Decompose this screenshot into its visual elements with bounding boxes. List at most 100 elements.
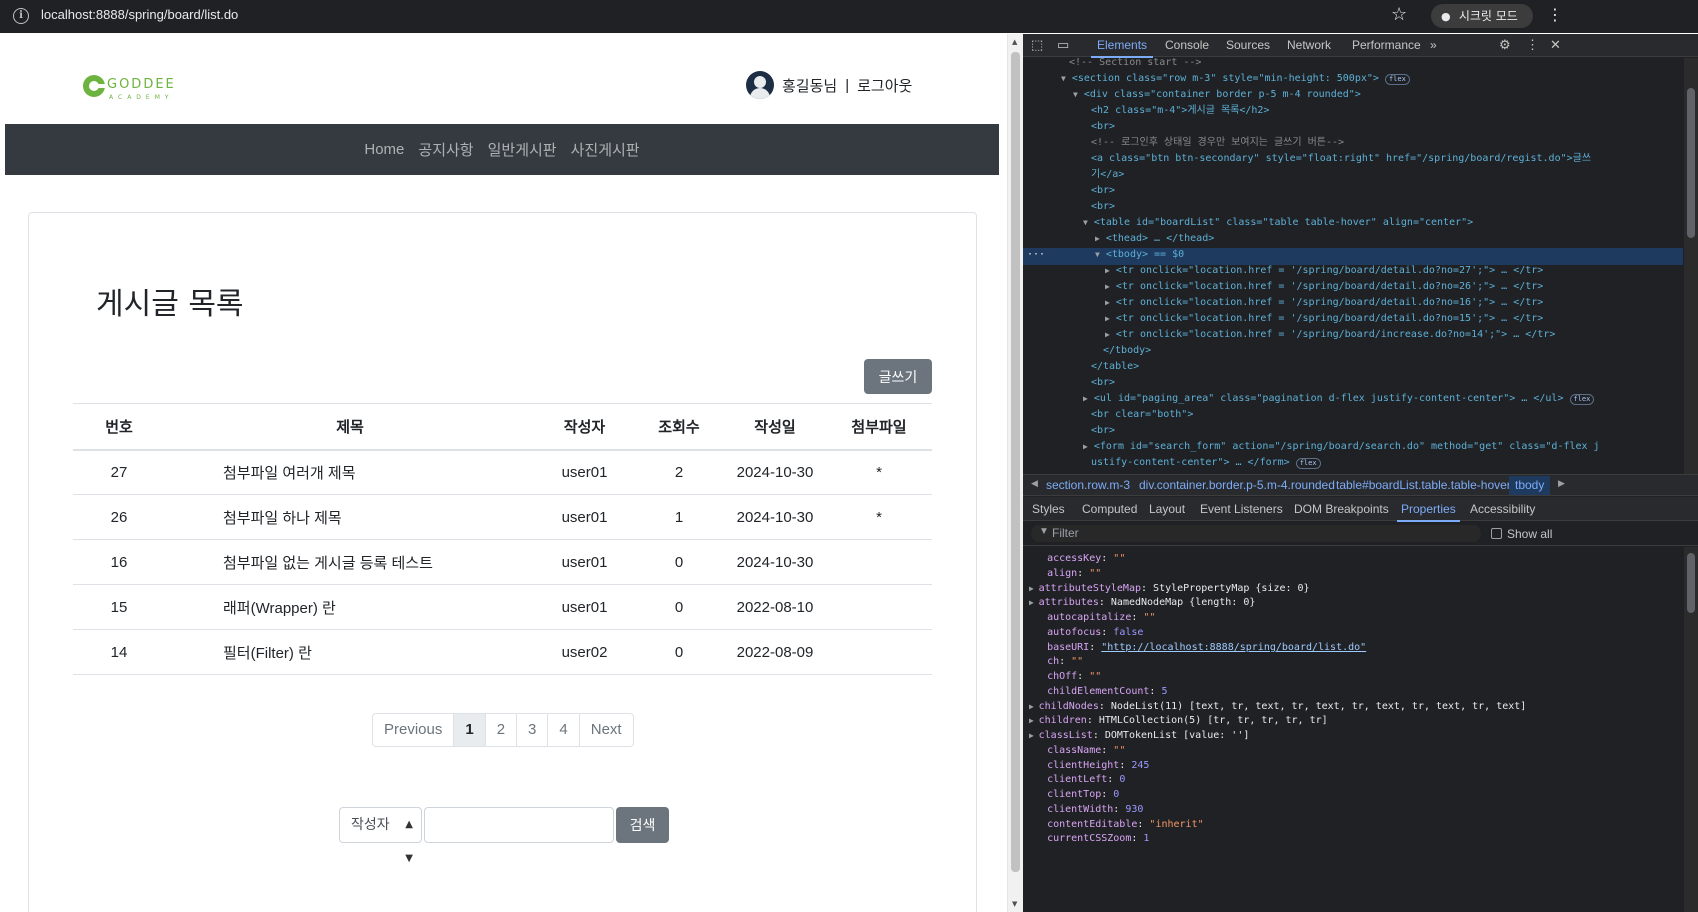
filter-input[interactable]: Filter: [1031, 525, 1481, 542]
property-row[interactable]: contentEditable: "inherit": [1029, 817, 1204, 832]
property-row[interactable]: ▶ childNodes: NodeList(11) [text, tr, te…: [1029, 699, 1526, 714]
property-row[interactable]: clientHeight: 245: [1029, 758, 1149, 773]
property-row[interactable]: ▶ attributeStyleMap: StylePropertyMap {s…: [1029, 581, 1310, 596]
page-next[interactable]: Next: [578, 713, 634, 747]
property-row[interactable]: clientLeft: 0: [1029, 772, 1125, 787]
dom-line[interactable]: <!-- Section start -->: [1069, 58, 1201, 71]
dom-line[interactable]: ▶ <tr onclick="location.href = '/spring/…: [1105, 311, 1543, 327]
info-icon[interactable]: i: [13, 8, 29, 24]
show-all-checkbox[interactable]: [1491, 528, 1502, 539]
dom-line[interactable]: ▶ <ul id="paging_area" class="pagination…: [1083, 391, 1595, 407]
page-1[interactable]: 1: [453, 713, 486, 747]
devtools-kebab-icon[interactable]: ⋮: [1526, 37, 1539, 53]
tab-accessibility[interactable]: Accessibility: [1470, 502, 1535, 516]
search-input[interactable]: [424, 807, 614, 843]
dom-line[interactable]: </tbody>: [1103, 343, 1151, 359]
dom-line[interactable]: <a class="btn btn-secondary" style="floa…: [1091, 151, 1591, 167]
dom-line[interactable]: ▶ <tr onclick="location.href = '/spring/…: [1105, 263, 1543, 279]
device-toolbar-icon[interactable]: ▭: [1057, 37, 1069, 53]
tab-performance[interactable]: Performance: [1352, 38, 1421, 52]
properties-scrollbar-thumb[interactable]: [1687, 553, 1695, 613]
tab-sources[interactable]: Sources: [1226, 38, 1270, 52]
property-row[interactable]: autofocus: false: [1029, 625, 1143, 640]
property-row[interactable]: ch: "": [1029, 654, 1083, 669]
tab-console[interactable]: Console: [1165, 38, 1209, 52]
tab-computed[interactable]: Computed: [1082, 502, 1137, 516]
dom-line[interactable]: <!-- 로그인후 상태일 경우만 보여지는 글쓰기 버튼-->: [1091, 135, 1344, 151]
property-row[interactable]: currentCSSZoom: 1: [1029, 831, 1149, 846]
property-row[interactable]: clientTop: 0: [1029, 787, 1119, 802]
tab-layout[interactable]: Layout: [1149, 502, 1185, 516]
nav-board[interactable]: 일반게시판: [488, 139, 557, 160]
page-previous[interactable]: Previous: [372, 713, 455, 747]
property-row[interactable]: accessKey: "": [1029, 551, 1125, 566]
dom-scrollbar[interactable]: [1684, 58, 1698, 474]
table-row[interactable]: 15 래퍼(Wrapper) 란 user01 0 2022-08-10: [73, 584, 932, 630]
address-bar[interactable]: localhost:8888/spring/board/list.do: [41, 7, 238, 22]
dom-line[interactable]: <br>: [1091, 423, 1115, 439]
flex-badge[interactable]: flex: [1384, 74, 1410, 85]
dom-line[interactable]: <br>: [1091, 119, 1115, 135]
tab-event-listeners[interactable]: Event Listeners: [1200, 502, 1283, 516]
properties-scrollbar[interactable]: [1684, 547, 1698, 912]
dom-line[interactable]: ▶ <tr onclick="location.href = '/spring/…: [1105, 279, 1543, 295]
write-button[interactable]: 글쓰기: [864, 359, 932, 394]
crumb-left-icon[interactable]: ◀: [1031, 478, 1038, 489]
tab-styles[interactable]: Styles: [1032, 502, 1065, 516]
nav-notice[interactable]: 공지사항: [418, 139, 473, 160]
dom-line[interactable]: ▼ <div class="container border p-5 m-4 r…: [1073, 87, 1361, 103]
search-button[interactable]: 검색: [616, 807, 669, 843]
property-row[interactable]: chOff: "": [1029, 669, 1101, 684]
table-row[interactable]: 16 첨부파일 없는 게시글 등록 테스트 user01 0 2024-10-3…: [73, 539, 932, 585]
dom-scrollbar-thumb[interactable]: [1687, 88, 1695, 238]
nav-home[interactable]: Home: [364, 141, 404, 158]
dom-line[interactable]: 기</a>: [1091, 167, 1124, 183]
tab-properties[interactable]: Properties: [1397, 502, 1460, 522]
dom-line-selected[interactable]: ▼ <tbody> == $0: [1095, 247, 1184, 263]
user-greeting[interactable]: 홍길동님: [782, 75, 837, 96]
property-row[interactable]: baseURI: "http://localhost:8888/spring/b…: [1029, 640, 1366, 655]
table-row[interactable]: 14 필터(Filter) 란 user02 0 2022-08-09: [73, 629, 932, 675]
page-4[interactable]: 4: [547, 713, 580, 747]
property-row[interactable]: ▶ attributes: NamedNodeMap {length: 0}: [1029, 595, 1255, 610]
star-icon[interactable]: ☆: [1391, 4, 1407, 25]
dom-line[interactable]: <br>: [1091, 199, 1115, 215]
avatar[interactable]: [746, 71, 774, 99]
expand-arrow-icon[interactable]: ▶: [1029, 598, 1039, 607]
flex-badge[interactable]: flex: [1295, 458, 1321, 469]
dom-line[interactable]: ▶ <form id="search_form" action="/spring…: [1083, 439, 1600, 455]
dom-line[interactable]: <h2 class="m-4">게시글 목록</h2>: [1091, 103, 1269, 119]
tab-network[interactable]: Network: [1287, 38, 1331, 52]
page-3[interactable]: 3: [516, 713, 549, 747]
kebab-menu-icon[interactable]: ⋮: [1547, 5, 1563, 24]
expand-arrow-icon[interactable]: ▶: [1029, 716, 1039, 725]
dom-line[interactable]: </table>: [1091, 359, 1139, 375]
dom-line[interactable]: <br>: [1091, 183, 1115, 199]
search-type-select[interactable]: 작성자 ▲ ▼: [339, 807, 422, 864]
logout-link[interactable]: 로그아웃: [857, 75, 912, 96]
page-2[interactable]: 2: [484, 713, 518, 747]
property-row[interactable]: clientWidth: 930: [1029, 802, 1143, 817]
property-row[interactable]: ▶ children: HTMLCollection(5) [tr, tr, t…: [1029, 713, 1328, 728]
flex-badge[interactable]: flex: [1569, 394, 1595, 405]
dom-line[interactable]: ···: [1027, 247, 1045, 263]
more-tabs-icon[interactable]: »: [1430, 38, 1437, 52]
crumb-section[interactable]: section.row.m-3: [1046, 478, 1130, 492]
property-row[interactable]: className: "": [1029, 743, 1125, 758]
expand-arrow-icon[interactable]: ▶: [1029, 702, 1039, 711]
dom-line[interactable]: ▶ <tr onclick="location.href = '/spring/…: [1105, 327, 1555, 343]
site-logo[interactable]: GODDEE ACADEMY: [82, 72, 178, 102]
nav-photo-board[interactable]: 사진게시판: [571, 139, 640, 160]
dom-line[interactable]: <br clear="both">: [1091, 407, 1193, 423]
page-scrollbar[interactable]: ▲ ▼: [1007, 34, 1023, 912]
tab-dom-breakpoints[interactable]: DOM Breakpoints: [1294, 502, 1389, 516]
property-row[interactable]: align: "": [1029, 566, 1101, 581]
scroll-down-icon[interactable]: ▼: [1012, 900, 1017, 908]
dom-line[interactable]: ustify-content-center"> … </form> flex: [1091, 455, 1321, 471]
crumb-tbody[interactable]: tbody: [1509, 476, 1551, 495]
page-scrollbar-thumb[interactable]: [1011, 52, 1020, 872]
crumb-table[interactable]: table#boardList.table.table-hover: [1336, 478, 1511, 492]
crumb-right-icon[interactable]: ▶: [1558, 478, 1565, 489]
inspect-element-icon[interactable]: ⬚: [1031, 37, 1043, 53]
incognito-badge[interactable]: ● 시크릿 모드: [1431, 4, 1533, 28]
